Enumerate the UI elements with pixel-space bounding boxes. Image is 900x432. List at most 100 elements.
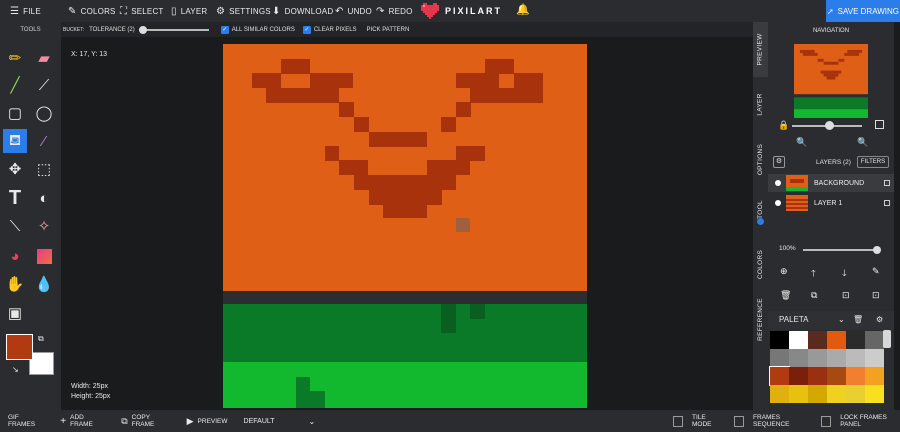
shade-tool[interactable]: ◕: [3, 244, 27, 268]
visibility-icon[interactable]: [775, 180, 781, 186]
zoom-out-icon[interactable]: 🔍: [796, 137, 807, 148]
palette-swatch[interactable]: [846, 385, 865, 403]
zoom-slider-handle[interactable]: [825, 121, 834, 130]
tab-layer[interactable]: LAYER: [753, 77, 768, 132]
palette-swatch[interactable]: [770, 349, 789, 367]
lock-frames-panel-checkbox[interactable]: [821, 415, 832, 427]
brush-tool[interactable]: ╱: [3, 73, 27, 97]
menu-download[interactable]: ⬇ DOWNLOAD: [272, 0, 333, 22]
add-layer-icon[interactable]: ⊕: [780, 266, 788, 277]
palette-swatch[interactable]: [789, 385, 808, 403]
layer-settings-icon[interactable]: ⚙: [773, 156, 785, 168]
bell-icon[interactable]: 🔔: [516, 3, 530, 16]
clear-pixels-checkbox[interactable]: ✓ CLEAR PIXELS: [302, 25, 357, 34]
speed-select[interactable]: DEFAULT: [244, 418, 275, 425]
layer-row-layer-1[interactable]: LAYER 1: [768, 194, 894, 212]
move-tool[interactable]: ✥: [3, 157, 27, 181]
menu-colors[interactable]: ✎ COLORS: [68, 0, 116, 22]
visibility-icon[interactable]: [775, 200, 781, 206]
palette-swatch[interactable]: [808, 367, 827, 385]
eraser-tool[interactable]: ▰: [32, 46, 56, 70]
line-tool[interactable]: ⟋: [32, 73, 56, 97]
pixel-canvas-layer-1[interactable]: [223, 44, 587, 291]
palette-swatch[interactable]: [846, 367, 865, 385]
palette-swatch[interactable]: [827, 331, 846, 349]
pixilart-logo[interactable]: PIXILART: [421, 2, 502, 20]
gradient-tool[interactable]: [32, 244, 56, 268]
hand-tool[interactable]: ✋: [3, 272, 27, 296]
palette-swatch[interactable]: [865, 349, 884, 367]
filters-button[interactable]: FILTERS: [857, 156, 889, 168]
palette-swatch[interactable]: [770, 331, 789, 349]
palette-swatch[interactable]: [770, 385, 789, 403]
merge-down-icon[interactable]: ⊡: [872, 290, 880, 301]
all-similar-colors-checkbox[interactable]: ✓ ALL SIMILAR COLORS: [220, 25, 295, 34]
opacity-slider-handle[interactable]: [873, 246, 881, 254]
save-drawing-button[interactable]: ➚ SAVE DRAWING: [826, 0, 900, 22]
dither-tool[interactable]: ◐: [32, 186, 56, 210]
menu-redo[interactable]: ↷ REDO: [376, 0, 413, 22]
palette-swatch[interactable]: [769, 366, 790, 386]
menu-undo[interactable]: ↶ UNDO: [335, 0, 372, 22]
eyedropper-tool[interactable]: ⁄: [32, 129, 56, 153]
layer-checkbox[interactable]: [884, 180, 890, 186]
palette-swatch[interactable]: [789, 349, 808, 367]
palette-swatch[interactable]: [789, 367, 808, 385]
menu-layer[interactable]: ▯ LAYER: [171, 0, 207, 22]
wand-tool[interactable]: ⟍: [3, 214, 27, 238]
edit-layer-icon[interactable]: ✎: [872, 266, 880, 277]
pick-pattern-button[interactable]: PICK PATTERN: [367, 27, 410, 33]
zoom-in-icon[interactable]: 🔍: [857, 137, 868, 148]
pencil-tool[interactable]: ✏: [3, 46, 27, 70]
palette-swatch[interactable]: [808, 385, 827, 403]
duplicate-layer-icon[interactable]: ⧉: [811, 290, 817, 301]
chevron-down-icon[interactable]: ⌄: [309, 417, 316, 426]
text-tool[interactable]: T: [3, 186, 27, 210]
frames-sequence-checkbox[interactable]: [734, 415, 745, 427]
palette-scrollbar[interactable]: [883, 330, 891, 348]
layer-row-background[interactable]: BACKGROUND: [768, 174, 894, 192]
primary-color-swatch[interactable]: [6, 334, 33, 360]
pixel-canvas-background[interactable]: [223, 304, 587, 408]
reset-colors-icon[interactable]: ↘: [12, 365, 19, 374]
palette-swatch[interactable]: [865, 367, 884, 385]
layer-checkbox[interactable]: [884, 200, 890, 206]
menu-settings[interactable]: ⚙ SETTINGS: [216, 0, 271, 22]
palette-settings-icon[interactable]: ⚙: [876, 315, 883, 324]
palette-swatch[interactable]: [827, 349, 846, 367]
tab-options[interactable]: OPTIONS: [753, 132, 768, 187]
menu-file[interactable]: ☰ FILE: [10, 0, 41, 22]
tab-reference[interactable]: REFERENCE: [753, 292, 768, 347]
select-tool[interactable]: ⬚: [32, 157, 56, 181]
chevron-down-icon[interactable]: ⌄: [838, 315, 845, 324]
swap-colors-icon[interactable]: ⧉: [38, 334, 44, 344]
navigation-preview[interactable]: [794, 44, 868, 118]
tolerance-slider[interactable]: [138, 25, 209, 34]
rectangle-tool[interactable]: ▢: [3, 101, 27, 125]
move-layer-up-icon[interactable]: 🡑: [811, 266, 816, 282]
tile-mode-checkbox[interactable]: [673, 415, 683, 427]
delete-layer-icon[interactable]: 🗑: [780, 290, 791, 301]
merge-up-icon[interactable]: ⊡: [842, 290, 850, 301]
tab-colors[interactable]: COLORS: [753, 237, 768, 292]
palette-swatch[interactable]: [865, 331, 884, 349]
palette-swatch[interactable]: [846, 331, 865, 349]
circle-tool[interactable]: ◯: [32, 101, 56, 125]
palette-swatch[interactable]: [789, 331, 808, 349]
frame-tool[interactable]: ▣: [3, 301, 27, 325]
palette-swatch[interactable]: [846, 349, 865, 367]
move-layer-down-icon[interactable]: 🡓: [842, 266, 847, 282]
add-frame-button[interactable]: ADD FRAME: [70, 414, 103, 428]
tab-preview[interactable]: PREVIEW: [753, 22, 768, 77]
palette-swatch[interactable]: [827, 367, 846, 385]
palette-swatch[interactable]: [865, 385, 884, 403]
palette-swatch[interactable]: [808, 349, 827, 367]
palette-swatch[interactable]: [808, 331, 827, 349]
drop-tool[interactable]: 💧: [32, 272, 56, 296]
fullscreen-icon[interactable]: [875, 120, 884, 129]
palette-swatch[interactable]: [827, 385, 846, 403]
lock-icon[interactable]: 🔒: [778, 120, 789, 131]
bucket-tool[interactable]: ⛾: [3, 129, 27, 153]
opacity-slider[interactable]: [803, 249, 879, 251]
menu-select[interactable]: ⛶ SELECT: [120, 0, 164, 22]
